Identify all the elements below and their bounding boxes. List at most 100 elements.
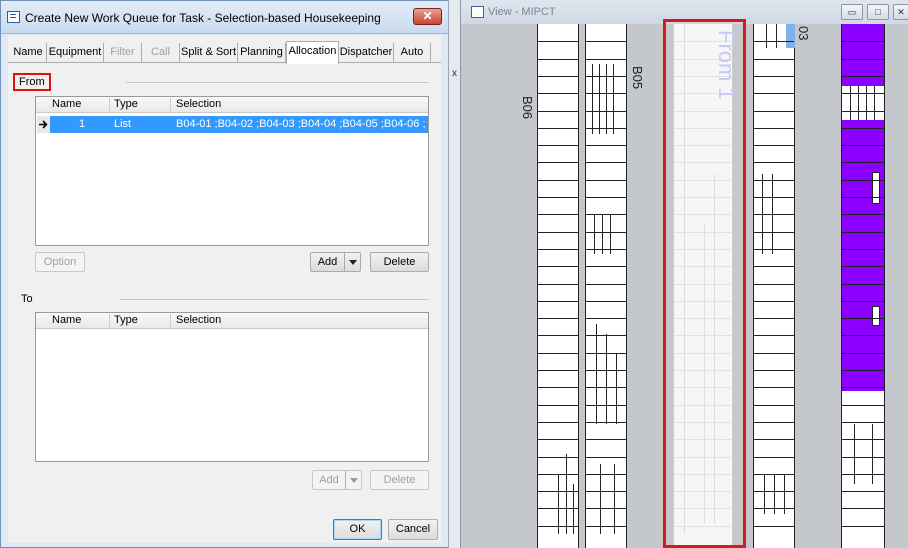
- bay-03[interactable]: [753, 24, 795, 548]
- tab-auto[interactable]: Auto: [394, 43, 431, 63]
- bay-row-line: [842, 127, 884, 129]
- bay-row-line: [538, 110, 578, 112]
- tab-filter[interactable]: Filter: [104, 43, 142, 63]
- bay-row-line: [754, 145, 794, 147]
- close-button[interactable]: ✕: [413, 8, 442, 25]
- bay-row-line: [586, 214, 626, 216]
- bay-row-line: [538, 404, 578, 406]
- bay-row-line: [754, 300, 794, 302]
- chevron-down-icon[interactable]: [344, 253, 360, 271]
- to-group-divider: [120, 299, 429, 300]
- close-button[interactable]: ✕: [893, 4, 908, 20]
- bay-row-line: [754, 283, 794, 285]
- to-add-button[interactable]: Add: [312, 470, 362, 490]
- bay-row-line: [754, 508, 794, 510]
- bay-row-line: [842, 41, 884, 43]
- bay-b06[interactable]: [537, 24, 579, 548]
- to-col-name[interactable]: Name: [52, 314, 81, 326]
- bay-row-line: [842, 58, 884, 60]
- stack-divider: [776, 24, 777, 48]
- bay-row-line: [538, 473, 578, 475]
- bay-row-line: [586, 473, 626, 475]
- bay-row-line: [842, 421, 884, 423]
- bay-row-line: [754, 439, 794, 441]
- bay-row-line: [842, 439, 884, 441]
- bay-row-line: [538, 127, 578, 129]
- column-separator: [109, 314, 110, 327]
- bay-row-line: [538, 525, 578, 527]
- maximize-button[interactable]: □: [867, 4, 889, 20]
- tab-strip: Name Equipment Filter Call Split & Sort …: [8, 41, 441, 64]
- tab-planning[interactable]: Planning: [238, 43, 286, 63]
- from-col-name[interactable]: Name: [52, 98, 81, 110]
- bay-row-line: [842, 387, 884, 389]
- cancel-button[interactable]: Cancel: [388, 519, 438, 540]
- tab-equipment[interactable]: Equipment: [47, 43, 104, 63]
- bay-row-line: [538, 456, 578, 458]
- bay-row-line: [586, 508, 626, 510]
- bay-row-line: [754, 404, 794, 406]
- bay-row-line: [842, 197, 884, 198]
- bay-row-line: [586, 318, 626, 320]
- bay-row-line: [586, 58, 626, 60]
- stack-divider: [872, 424, 873, 484]
- bay-row-line: [842, 404, 884, 406]
- from-group-label: From: [19, 76, 45, 88]
- tab-allocation[interactable]: Allocation: [286, 41, 339, 64]
- stack-divider: [858, 86, 859, 120]
- bay-row-line: [754, 58, 794, 60]
- bay-03-label: 03: [796, 26, 811, 41]
- from-col-selection[interactable]: Selection: [176, 98, 221, 110]
- tab-split-sort[interactable]: Split & Sort: [180, 43, 238, 63]
- to-delete-button[interactable]: Delete: [370, 470, 429, 490]
- from-col-type[interactable]: Type: [114, 98, 138, 110]
- bay-row-line: [842, 335, 884, 337]
- bay-row-line: [586, 266, 626, 268]
- bay-row-line: [842, 508, 884, 510]
- tab-name[interactable]: Name: [10, 43, 47, 63]
- bay-row-line: [538, 370, 578, 371]
- to-group-label: To: [21, 293, 33, 305]
- stack-divider: [766, 24, 767, 48]
- bay-row-line: [586, 439, 626, 441]
- empty-slot: [842, 86, 884, 120]
- ok-button[interactable]: OK: [333, 519, 382, 540]
- stack-divider: [606, 64, 607, 134]
- add-button-label: Add: [317, 256, 338, 268]
- bay-row-line: [586, 352, 626, 354]
- bay-row-line: [538, 75, 578, 77]
- bay-row-line: [842, 473, 884, 475]
- tab-dispatcher[interactable]: Dispatcher: [339, 43, 394, 63]
- bay-row-line: [754, 525, 794, 527]
- bay-row-line: [538, 283, 578, 285]
- bay-row-line: [842, 266, 884, 268]
- table-row[interactable]: 1 List B04-01 ;B04-02 ;B04-03 ;B04-04 ;B…: [50, 116, 428, 133]
- dialog-body: Name Equipment Filter Call Split & Sort …: [8, 35, 441, 543]
- bay-row-line: [754, 75, 794, 77]
- add-button[interactable]: Add: [310, 252, 361, 272]
- bay-row-line: [754, 231, 794, 233]
- to-col-selection[interactable]: Selection: [176, 314, 221, 326]
- option-button[interactable]: Option: [35, 252, 85, 272]
- bay-occupied[interactable]: [841, 24, 885, 548]
- bay-row-line: [586, 300, 626, 302]
- delete-button[interactable]: Delete: [370, 252, 429, 272]
- row-selection-cell: B04-01 ;B04-02 ;B04-03 ;B04-04 ;B04-05 ;…: [176, 118, 426, 130]
- view-window: View - MIPCT ▭ □ ✕ B06 B05 From 1 03: [460, 0, 908, 548]
- to-col-type[interactable]: Type: [114, 314, 138, 326]
- bay-row-line: [538, 387, 578, 389]
- bay-row-line: [538, 439, 578, 441]
- stack-divider: [613, 64, 614, 134]
- bay-b05[interactable]: [585, 24, 627, 548]
- bay-row-line: [754, 93, 794, 95]
- bay-row-line: [586, 41, 626, 43]
- to-add-button-label: Add: [319, 474, 339, 486]
- chevron-down-icon[interactable]: [345, 471, 361, 489]
- dialog-titlebar[interactable]: Create New Work Queue for Task - Selecti…: [1, 1, 449, 34]
- from-bay-highlight-frame: [663, 19, 746, 548]
- bay-row-line: [754, 179, 794, 181]
- tab-call[interactable]: Call: [142, 43, 180, 63]
- empty-slot: [872, 306, 880, 326]
- bay-row-line: [842, 525, 884, 527]
- minimize-button[interactable]: ▭: [841, 4, 863, 20]
